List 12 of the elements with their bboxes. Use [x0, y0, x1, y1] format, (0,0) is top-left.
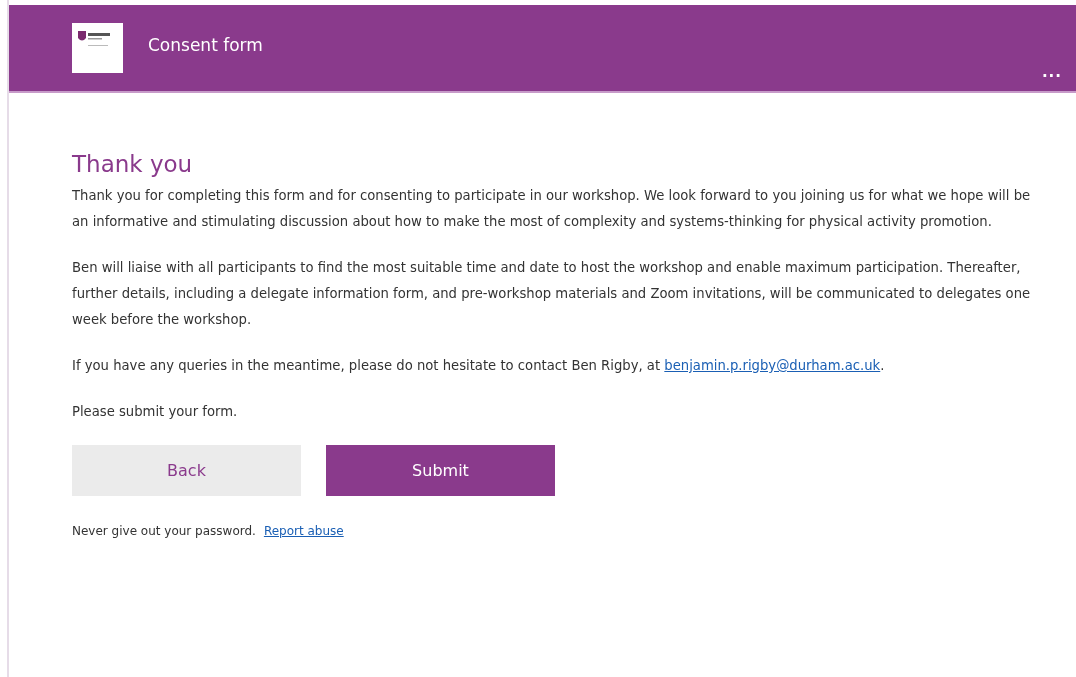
message-paragraph: If you have any queries in the meantime, please do not hesitate to contact Ben Rigby, at benjamin.p.rigby@durham.ac.uk. — [72, 357, 886, 375]
password-warning: Never give out your password. — [72, 524, 256, 538]
thank-you-heading: Thank you — [72, 151, 194, 177]
university-logo-icon — [72, 23, 123, 73]
form-title: Consent form — [148, 35, 263, 55]
message-paragraph: Please submit your form. — [72, 403, 239, 421]
message-paragraph: Ben will liaise with all participants to find the most suitable time and date to host the workshop and enable maximum participation. Thereafter, further details, including a delegate information form, and pre-workshop materials and Zoom invitations, will be communicated to delegates one week before the workshop. — [72, 259, 1032, 329]
message-paragraph: Thank you for completing this form and for consenting to participate in our workshop. We look forward to you joining us for what we hope will be an informative and stimulating discussion about how to make the most of complexity and systems-thinking for physical activity promotion. — [72, 187, 1032, 231]
back-button[interactable]: Back — [72, 445, 301, 496]
report-abuse-link[interactable]: Report abuse — [263, 524, 344, 538]
more-options-button[interactable]: ... — [1041, 63, 1062, 81]
submit-button[interactable]: Submit — [326, 445, 555, 496]
